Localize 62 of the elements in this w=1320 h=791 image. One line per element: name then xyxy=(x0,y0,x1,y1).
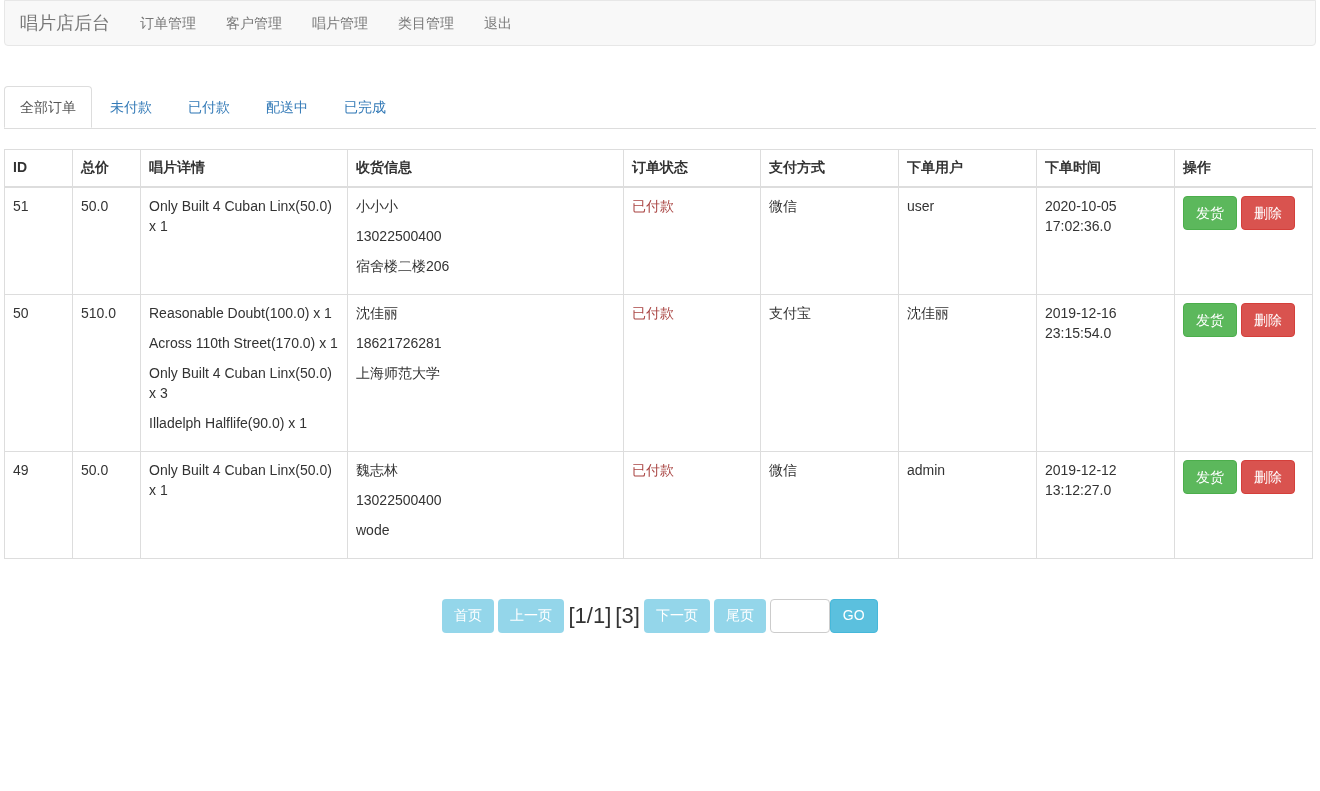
table-cell: 50.0 xyxy=(72,451,141,558)
column-header: 唱片详情 xyxy=(140,149,348,187)
shipping-info: 小小小 xyxy=(356,196,399,216)
shipping-info: 13022500400 xyxy=(356,226,443,246)
shipping-info: 魏志林 xyxy=(356,460,399,480)
nav-link[interactable]: 订单管理 xyxy=(125,12,211,34)
shipping-info: 上海师范大学 xyxy=(356,363,441,383)
nav-link[interactable]: 客户管理 xyxy=(211,12,297,34)
table-cell: 已付款 xyxy=(623,294,761,451)
tab[interactable]: 已完成 xyxy=(326,86,404,128)
record-item: Illadelph Halflife(90.0) x 1 xyxy=(149,413,308,433)
table-cell: 50 xyxy=(4,294,73,451)
shipping-info: 宿舍楼二楼206 xyxy=(356,256,451,276)
column-header: 支付方式 xyxy=(760,149,899,187)
table-cell: 2019-12-12 13:12:27.0 xyxy=(1036,451,1175,558)
record-item: Reasonable Doubt(100.0) x 1 xyxy=(149,303,333,323)
delete-button[interactable]: 删除 xyxy=(1241,459,1295,494)
column-header: 订单状态 xyxy=(623,149,761,187)
page-input[interactable] xyxy=(769,598,830,633)
record-item: Only Built 4 Cuban Linx(50.0) x 1 xyxy=(149,196,333,236)
brand-link[interactable]: 唱片店后台 xyxy=(5,9,125,37)
tab[interactable]: 未付款 xyxy=(92,86,170,128)
record-item: Across 110th Street(170.0) x 1 xyxy=(149,333,339,353)
record-item: Only Built 4 Cuban Linx(50.0) x 1 xyxy=(149,460,333,500)
table-cell: 支付宝 xyxy=(760,294,899,451)
table-cell: 微信 xyxy=(760,186,899,294)
table-cell: 已付款 xyxy=(623,186,761,294)
nav-link[interactable]: 退出 xyxy=(469,12,527,34)
ship-button[interactable]: 发货 xyxy=(1183,459,1237,494)
table-cell: 2020-10-05 17:02:36.0 xyxy=(1036,186,1175,294)
delete-button[interactable]: 删除 xyxy=(1241,302,1295,337)
ship-button[interactable]: 发货 xyxy=(1183,195,1237,230)
ship-button[interactable]: 发货 xyxy=(1183,302,1237,337)
table-cell: 49 xyxy=(4,451,73,558)
table-cell: admin xyxy=(898,451,1037,558)
table-cell: 微信 xyxy=(760,451,899,558)
column-header: ID xyxy=(4,149,73,187)
delete-button[interactable]: 删除 xyxy=(1241,195,1295,230)
page-info: [1/1] xyxy=(568,602,612,630)
record-count: [3] xyxy=(615,602,640,630)
nav-link[interactable]: 唱片管理 xyxy=(297,12,383,34)
tab[interactable]: 配送中 xyxy=(248,86,326,128)
column-header: 收货信息 xyxy=(347,149,624,187)
shipping-info: wode xyxy=(356,520,391,540)
table-cell: 51 xyxy=(4,186,73,294)
record-item: Only Built 4 Cuban Linx(50.0) x 3 xyxy=(149,363,333,403)
tab[interactable]: 全部订单 xyxy=(4,86,92,128)
table-cell: 2019-12-16 23:15:54.0 xyxy=(1036,294,1175,451)
nav-link[interactable]: 类目管理 xyxy=(383,12,469,34)
column-header: 操作 xyxy=(1174,149,1313,187)
tab[interactable]: 已付款 xyxy=(170,86,248,128)
table-cell: 510.0 xyxy=(72,294,141,451)
shipping-info: 18621726281 xyxy=(356,333,443,353)
shipping-info: 13022500400 xyxy=(356,490,443,510)
table-cell: 沈佳丽 xyxy=(898,294,1037,451)
column-header: 下单用户 xyxy=(898,149,1037,187)
table-cell: user xyxy=(898,186,1037,294)
column-header: 总价 xyxy=(72,149,141,187)
column-header: 下单时间 xyxy=(1036,149,1175,187)
table-cell: 已付款 xyxy=(623,451,761,558)
shipping-info: 沈佳丽 xyxy=(356,303,399,323)
table-cell: 50.0 xyxy=(72,186,141,294)
